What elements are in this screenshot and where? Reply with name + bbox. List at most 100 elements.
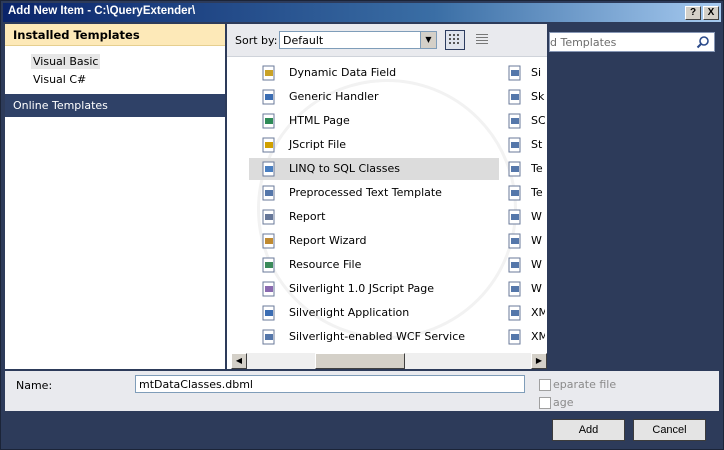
chevron-down-icon[interactable]: ▼ (420, 32, 436, 48)
template-label: Preprocessed Text Template (289, 186, 442, 199)
template-item[interactable]: Te (503, 158, 547, 180)
sort-by-select[interactable]: Default ▼ (279, 31, 437, 49)
template-label: Silverlight-enabled WCF Service (289, 330, 466, 343)
template-item[interactable]: Silverlight Application (249, 302, 499, 324)
template-item[interactable]: Dynamic Data Field (249, 62, 499, 84)
template-label: XM (531, 306, 545, 319)
sort-by-label: Sort by: (235, 34, 278, 47)
grid-view-icon (449, 34, 459, 44)
name-area: Name: eparate file age (5, 371, 719, 411)
template-item[interactable]: HTML Page (249, 110, 499, 132)
template-label: Generic Handler (289, 90, 379, 103)
template-icon (507, 113, 523, 129)
online-templates-label: Online Templates (13, 99, 108, 112)
scroll-left-button[interactable]: ◀ (231, 353, 247, 369)
template-label: XM (531, 330, 545, 343)
template-item[interactable]: JScript File (249, 134, 499, 156)
report-wizard-icon (261, 233, 277, 249)
template-label: W (531, 234, 542, 247)
silverlight-app-icon (261, 305, 277, 321)
html-page-icon (261, 113, 277, 129)
template-label: SC (531, 114, 545, 127)
template-item[interactable]: St (503, 134, 547, 156)
template-icon (507, 161, 523, 177)
search-placeholder: d Templates (550, 36, 617, 49)
template-label: JScript File (289, 138, 347, 151)
template-icon (507, 305, 523, 321)
template-item[interactable]: Silverlight-enabled WCF Service (249, 326, 499, 348)
template-item[interactable]: LINQ to SQL Classes (249, 158, 499, 180)
template-label: Si (531, 66, 542, 79)
template-label: W (531, 258, 542, 271)
template-item[interactable]: W (503, 206, 547, 228)
template-label: Report Wizard (289, 234, 367, 247)
template-icon (507, 137, 523, 153)
template-item[interactable]: Generic Handler (249, 86, 499, 108)
close-button[interactable]: X (703, 6, 719, 20)
template-label: W (531, 210, 542, 223)
horizontal-scrollbar[interactable]: ◀ ▶ (231, 353, 547, 369)
template-item[interactable]: Silverlight 1.0 JScript Page (249, 278, 499, 300)
template-item[interactable]: W (503, 230, 547, 252)
template-label: Sk (531, 90, 545, 103)
master-page-checkbox[interactable] (539, 397, 551, 409)
template-icon (507, 65, 523, 81)
template-item[interactable]: Report (249, 206, 499, 228)
add-button[interactable]: Add (552, 419, 625, 441)
template-item[interactable]: W (503, 278, 547, 300)
template-label: HTML Page (289, 114, 350, 127)
template-item[interactable]: Report Wizard (249, 230, 499, 252)
add-new-item-dialog: Add New Item - C:\QueryExtender\ ? X Ins… (0, 0, 724, 450)
template-icon (507, 281, 523, 297)
template-label: Te (531, 186, 543, 199)
text-template-icon (261, 185, 277, 201)
template-icon (507, 257, 523, 273)
template-item[interactable]: Sk (503, 86, 547, 108)
template-item[interactable]: Si (503, 62, 547, 84)
wcf-service-icon (261, 329, 277, 345)
installed-templates-header[interactable]: Installed Templates (5, 24, 225, 46)
template-icon (507, 185, 523, 201)
template-label: Report (289, 210, 326, 223)
report-icon (261, 209, 277, 225)
large-icons-view-button[interactable] (445, 30, 465, 50)
template-item[interactable]: Te (503, 182, 547, 204)
separate-file-label: eparate file (553, 378, 617, 391)
template-icon (507, 89, 523, 105)
scrollbar-thumb[interactable] (315, 353, 405, 369)
small-icons-view-button[interactable] (473, 30, 491, 50)
template-icon (507, 233, 523, 249)
template-item[interactable]: SC (503, 110, 547, 132)
template-icon (507, 329, 523, 345)
template-item[interactable]: Preprocessed Text Template (249, 182, 499, 204)
scroll-right-button[interactable]: ▶ (531, 353, 547, 369)
template-item[interactable]: XM (503, 326, 547, 348)
template-item[interactable]: Resource File (249, 254, 499, 276)
linq-to-sql-icon (261, 161, 277, 177)
template-label: Te (531, 162, 543, 175)
search-installed-templates-input[interactable]: d Templates (549, 32, 715, 52)
title-bar: Add New Item - C:\QueryExtender\ ? X (3, 3, 721, 22)
details-pane: d Templates (549, 24, 719, 369)
generic-handler-icon (261, 89, 277, 105)
template-categories-pane: Installed Templates Visual Basic Visual … (5, 24, 225, 369)
tree-item-visual-basic[interactable]: Visual Basic (31, 54, 101, 69)
template-item[interactable]: XM (503, 302, 547, 324)
cancel-button[interactable]: Cancel (633, 419, 706, 441)
template-label: W (531, 282, 542, 295)
separate-file-checkbox[interactable] (539, 379, 551, 391)
template-item[interactable]: W (503, 254, 547, 276)
templates-list-pane: Sort by: Default ▼ Dynamic Data Field Ge… (227, 24, 547, 369)
resource-file-icon (261, 257, 277, 273)
dynamic-data-field-icon (261, 65, 277, 81)
list-view-icon (476, 34, 488, 44)
template-label: Silverlight Application (289, 306, 410, 319)
search-icon[interactable] (696, 35, 710, 49)
name-input[interactable] (135, 375, 525, 393)
tree-item-visual-csharp[interactable]: Visual C# (31, 72, 88, 87)
help-button[interactable]: ? (685, 6, 701, 20)
online-templates-header[interactable]: Online Templates (5, 94, 225, 117)
installed-templates-label: Installed Templates (13, 28, 140, 42)
template-label: Resource File (289, 258, 362, 271)
template-label: Dynamic Data Field (289, 66, 397, 79)
